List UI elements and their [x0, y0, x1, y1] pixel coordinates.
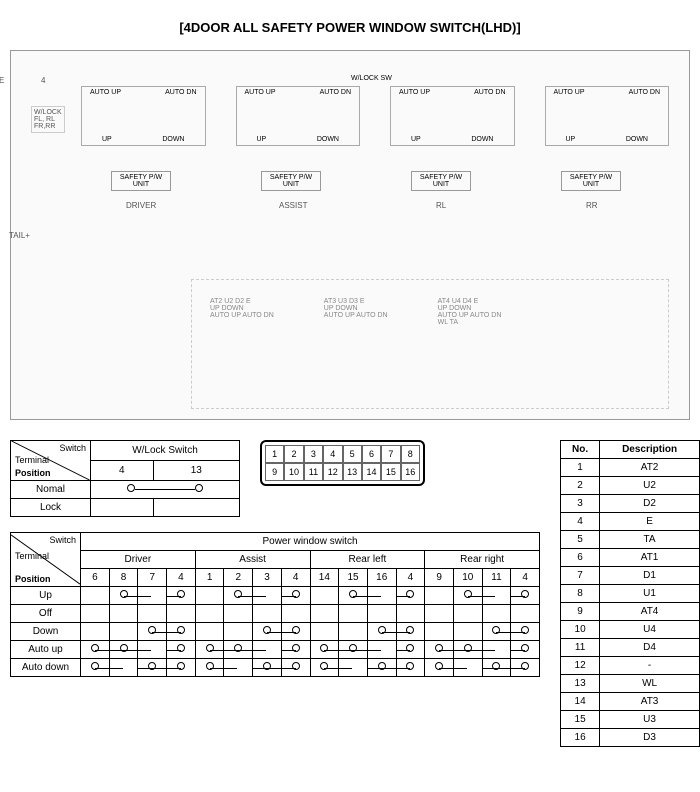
desc-row: 6AT1	[561, 549, 700, 567]
connector-pin: 14	[362, 463, 381, 481]
module-rr: AUTO UP AUTO DN UP DOWN	[545, 86, 670, 146]
lower-mod-3: AT4 U4 D4 EUP DOWNAUTO UP AUTO DNWL TA	[438, 298, 502, 326]
connector-pin: 13	[343, 463, 362, 481]
connector-pin: 8	[401, 445, 420, 463]
name-rr: RR	[586, 201, 598, 210]
wlock-box: W/LOCK FL, RL FR,RR	[31, 106, 65, 133]
connector-pin: 2	[284, 445, 303, 463]
pw-row: Auto down	[11, 659, 540, 677]
desc-row: 3D2	[561, 495, 700, 513]
tables-section: Switch Terminal Position W/Lock Switch 4…	[10, 440, 690, 747]
diagram-title: [4DOOR ALL SAFETY POWER WINDOW SWITCH(LH…	[10, 20, 690, 35]
desc-row: 5TA	[561, 531, 700, 549]
name-rl: RL	[436, 201, 446, 210]
unit-rl: SAFETY P/W UNIT	[411, 171, 471, 191]
connector-pin: 1	[265, 445, 284, 463]
connector-pin: 5	[343, 445, 362, 463]
unit-rr: SAFETY P/W UNIT	[561, 171, 621, 191]
connector-pin: 6	[362, 445, 381, 463]
connector-diagram: 12345678 910111213141516	[260, 440, 425, 486]
name-assist: ASSIST	[279, 201, 307, 210]
lower-mod-2: AT3 U3 D3 EUP DOWNAUTO UP AUTO DN	[324, 298, 388, 326]
desc-row: 2U2	[561, 477, 700, 495]
row-normal: Nomal	[11, 481, 91, 499]
lower-modules: AT2 U2 D2 EUP DOWNAUTO UP AUTO DN AT3 U3…	[191, 279, 669, 409]
connector-pin: 11	[304, 463, 323, 481]
wlock-diag-header: Switch Terminal Position	[11, 441, 91, 481]
desc-row: 4E	[561, 513, 700, 531]
desc-row: 12-	[561, 657, 700, 675]
desc-row: 1AT2	[561, 459, 700, 477]
unit-assist: SAFETY P/W UNIT	[261, 171, 321, 191]
desc-row: 7D1	[561, 567, 700, 585]
desc-row: 13WL	[561, 675, 700, 693]
pw-row: Auto up	[11, 641, 540, 659]
label-e: E	[0, 76, 4, 85]
desc-row: 11D4	[561, 639, 700, 657]
connector-pin: 16	[401, 463, 420, 481]
schematic-diagram: E 4 TAIL+ W/LOCK FL, RL FR,RR AUTO UP AU…	[10, 50, 690, 420]
connector-pin: 9	[265, 463, 284, 481]
wlock-sw-label: W/LOCK SW	[351, 75, 392, 82]
module-driver: AUTO UP AUTO DN UP DOWN	[81, 86, 206, 146]
desc-row: 10U4	[561, 621, 700, 639]
pw-diag-header: Switch Terminal Position	[11, 533, 81, 587]
desc-row: 14AT3	[561, 693, 700, 711]
description-table: No.Description 1AT22U23D24E5TA6AT17D18U1…	[560, 440, 700, 747]
connector-pin: 15	[381, 463, 400, 481]
pw-row: Off	[11, 605, 540, 623]
wlock-switch-table: Switch Terminal Position W/Lock Switch 4…	[10, 440, 240, 517]
module-row: AUTO UP AUTO DN UP DOWN AUTO UP AUTO DN …	[81, 86, 669, 146]
desc-row: 8U1	[561, 585, 700, 603]
connector-pin: 10	[284, 463, 303, 481]
desc-row: 15U3	[561, 711, 700, 729]
module-rl: AUTO UP AUTO DN UP DOWN W/LOCK SW	[390, 86, 515, 146]
lower-mod-1: AT2 U2 D2 EUP DOWNAUTO UP AUTO DN	[210, 298, 274, 326]
connector-pin: 3	[304, 445, 323, 463]
pin-4: 4	[41, 76, 45, 85]
power-window-table: Switch Terminal Position Power window sw…	[10, 532, 540, 677]
connector-pin: 7	[381, 445, 400, 463]
name-driver: DRIVER	[126, 201, 156, 210]
connector-pin: 12	[323, 463, 342, 481]
unit-driver: SAFETY P/W UNIT	[111, 171, 171, 191]
pw-row: Up	[11, 587, 540, 605]
module-assist: AUTO UP AUTO DN UP DOWN	[236, 86, 361, 146]
pw-row: Down	[11, 623, 540, 641]
desc-row: 9AT4	[561, 603, 700, 621]
connector-pin: 4	[323, 445, 342, 463]
desc-row: 16D3	[561, 729, 700, 747]
row-lock: Lock	[11, 499, 91, 517]
label-tail: TAIL+	[9, 231, 30, 240]
